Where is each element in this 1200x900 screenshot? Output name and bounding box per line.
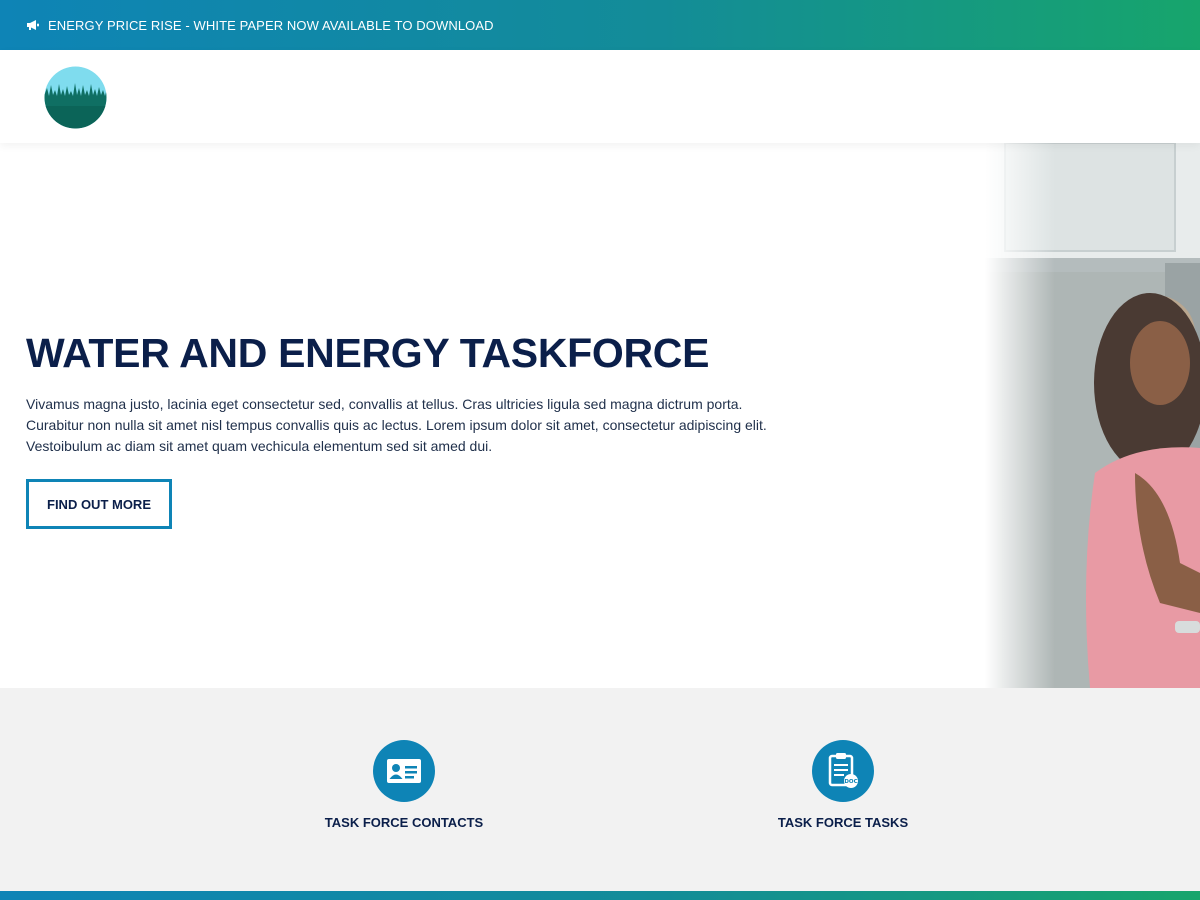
hero-section: WATER AND ENERGY TASKFORCE Vivamus magna… [0,143,1200,688]
hero-title: WATER AND ENERGY TASKFORCE [26,330,710,376]
task-force-tasks-link[interactable]: DOC TASK FORCE TASKS [723,740,963,830]
contact-card-icon [373,740,435,802]
feature-label-tasks: TASK FORCE TASKS [777,815,909,830]
megaphone-icon [26,18,40,32]
feature-label-contacts: TASK FORCE CONTACTS [324,815,484,830]
features-panel: TASK FORCE CONTACTS DOC TASK FORCE TASKS [0,688,1200,891]
site-header [0,50,1200,143]
hero-description: Vivamus magna justo, lacinia eget consec… [26,396,767,454]
site-logo[interactable] [44,66,107,129]
footer-gradient-strip [0,891,1200,900]
find-out-more-button[interactable]: FIND OUT MORE [26,479,172,529]
task-force-contacts-link[interactable]: TASK FORCE CONTACTS [284,740,524,830]
svg-text:DOC: DOC [844,779,857,785]
announcement-link[interactable]: ENERGY PRICE RISE - WHITE PAPER NOW AVAI… [48,18,494,33]
document-clipboard-icon: DOC [812,740,874,802]
announcement-bar: ENERGY PRICE RISE - WHITE PAPER NOW AVAI… [0,0,1200,50]
hero-image-fade [985,143,1055,688]
